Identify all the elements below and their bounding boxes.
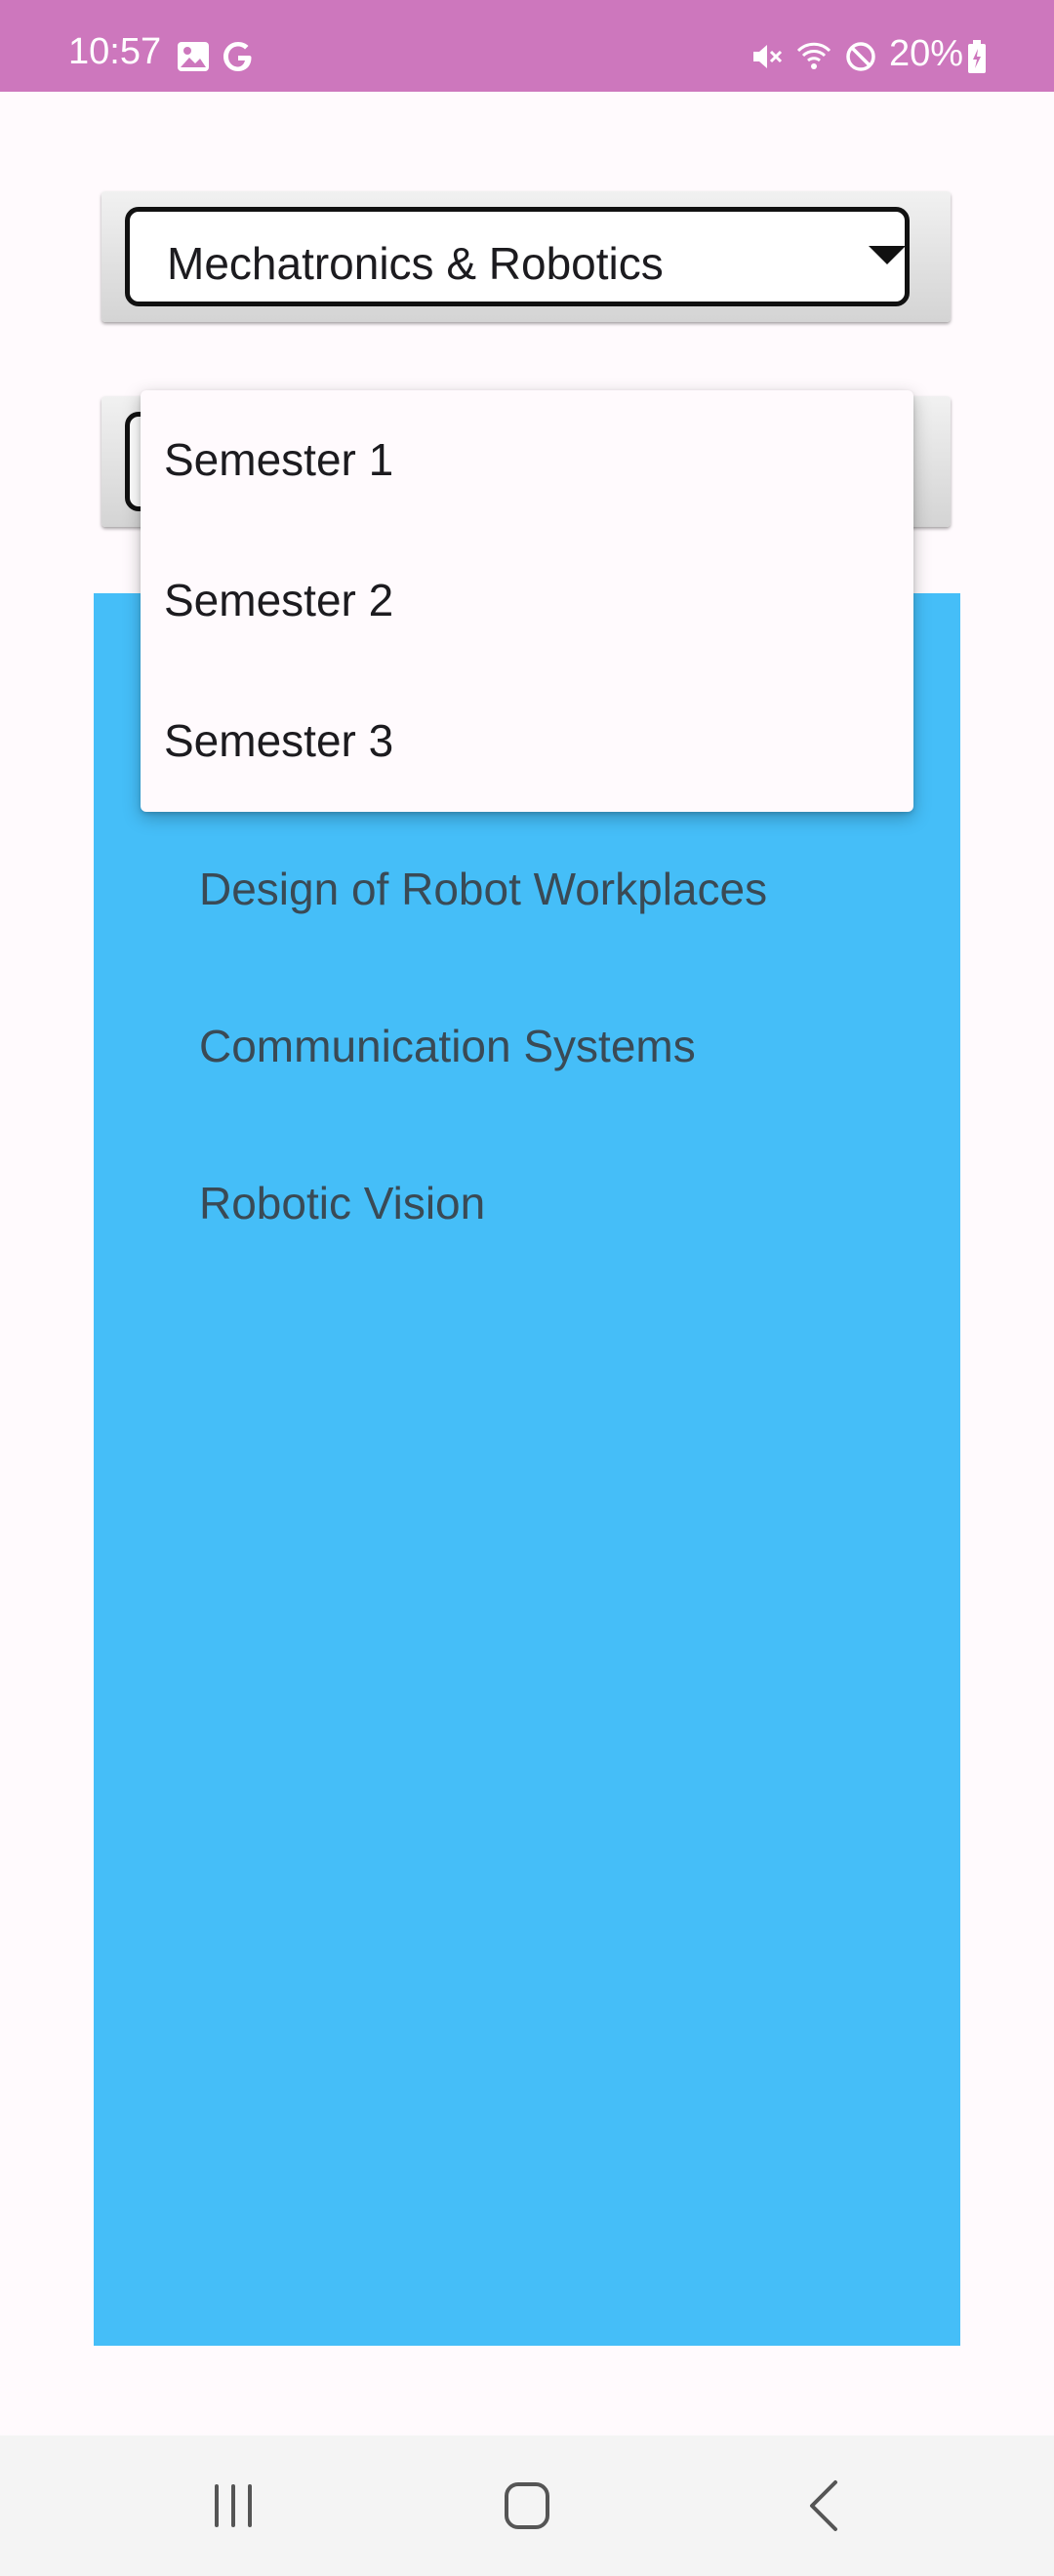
battery-percentage: 20%: [889, 33, 964, 74]
program-spinner-value: Mechatronics & Robotics: [167, 238, 664, 289]
recents-icon[interactable]: [199, 2475, 267, 2537]
course-item[interactable]: Robotic Vision: [199, 1181, 485, 1226]
google-icon: [223, 42, 252, 71]
dropdown-option-semester-3[interactable]: Semester 3: [141, 671, 913, 812]
status-time: 10:57: [68, 31, 162, 72]
blocked-icon: [846, 42, 875, 71]
course-list-panel: Design of Robot Workplaces Communication…: [94, 593, 960, 2346]
dropdown-option-label: Semester 1: [164, 434, 394, 485]
home-icon[interactable]: [493, 2475, 561, 2537]
back-icon[interactable]: [790, 2475, 859, 2537]
status-bar: 10:57 20%: [0, 0, 1054, 92]
dropdown-option-semester-1[interactable]: Semester 1: [141, 390, 913, 531]
semester-dropdown-menu: Semester 1 Semester 2 Semester 3: [141, 390, 913, 812]
dropdown-option-label: Semester 3: [164, 715, 394, 766]
program-spinner-field[interactable]: Mechatronics & Robotics: [125, 207, 910, 306]
program-spinner[interactable]: Mechatronics & Robotics: [101, 191, 951, 322]
wifi-icon: [796, 42, 831, 69]
dropdown-option-label: Semester 2: [164, 575, 394, 625]
course-item[interactable]: Communication Systems: [199, 1024, 696, 1068]
course-item[interactable]: Design of Robot Workplaces: [199, 866, 767, 911]
navigation-bar: [0, 2435, 1054, 2576]
mute-icon: [753, 45, 783, 68]
image-icon: [178, 42, 209, 71]
battery-charging-icon: [968, 40, 986, 73]
dropdown-arrow-icon[interactable]: [869, 246, 906, 264]
dropdown-option-semester-2[interactable]: Semester 2: [141, 531, 913, 671]
